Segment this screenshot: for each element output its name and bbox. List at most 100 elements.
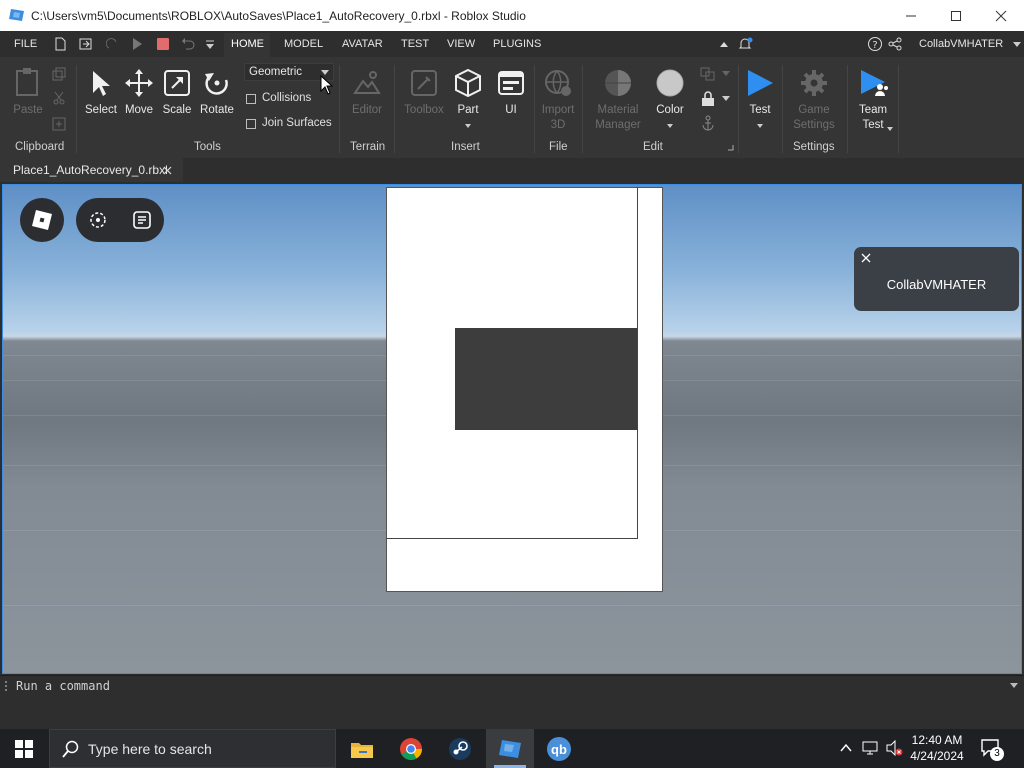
- roblox-menu-button[interactable]: [20, 198, 64, 242]
- notification-user: CollabVMHATER: [886, 277, 987, 292]
- insert-group-label: Insert: [451, 141, 480, 153]
- command-history-chevron-icon[interactable]: [1010, 683, 1018, 689]
- terrain-editor-label: Editor: [351, 104, 383, 116]
- cut-icon[interactable]: [52, 91, 66, 105]
- svg-text:qb: qb: [551, 742, 567, 757]
- document-tab[interactable]: Place1_AutoRecovery_0.rbxl: [0, 158, 183, 182]
- file-explorer-app[interactable]: [338, 729, 386, 768]
- tab-home[interactable]: HOME: [231, 38, 264, 50]
- stop-icon[interactable]: [157, 38, 169, 50]
- move-arrows-icon: [125, 69, 153, 97]
- group-chevron-icon[interactable]: [722, 71, 730, 77]
- collisions-checkbox[interactable]: [246, 94, 256, 104]
- scale-icon: [164, 70, 190, 96]
- join-surfaces-label: Join Surfaces: [262, 117, 332, 129]
- file-group-label: File: [549, 141, 568, 153]
- maximize-icon: [951, 10, 961, 21]
- duplicate-icon[interactable]: [52, 117, 66, 131]
- taskbar-search[interactable]: Type here to search: [49, 729, 336, 768]
- dark-panel: [455, 328, 637, 430]
- anchor-icon[interactable]: [700, 115, 716, 131]
- edit-settings-corner-icon[interactable]: [728, 145, 734, 151]
- drag-handle-icon[interactable]: [4, 680, 8, 692]
- settings-group-label: Settings: [793, 141, 835, 153]
- material-sphere-icon: [605, 70, 631, 96]
- grid-line: [3, 605, 1021, 606]
- test-chevron-icon: [757, 124, 763, 128]
- paste-label: Paste: [13, 104, 43, 116]
- clock-time: 12:40 AM: [911, 733, 963, 747]
- minimize-icon: [906, 15, 916, 16]
- rotate-icon: [205, 73, 228, 95]
- selection-mode-icon[interactable]: [88, 210, 108, 230]
- gear-icon: [801, 70, 827, 96]
- tab-model[interactable]: MODEL: [284, 38, 323, 50]
- open-file-icon[interactable]: [79, 37, 93, 51]
- command-input[interactable]: Run a command: [16, 679, 110, 693]
- tab-view[interactable]: VIEW: [447, 38, 475, 50]
- chrome-app[interactable]: [387, 729, 435, 768]
- tab-test[interactable]: TEST: [401, 38, 429, 50]
- start-button[interactable]: [0, 729, 48, 768]
- share-icon[interactable]: [888, 37, 902, 51]
- windows-logo-icon: [15, 739, 33, 758]
- terrain-icon: [353, 71, 381, 94]
- close-notification-icon[interactable]: [861, 253, 871, 263]
- roblox-studio-icon: [499, 739, 521, 758]
- game-settings-label-line2: Settings: [793, 119, 835, 131]
- qbittorrent-app[interactable]: qb: [535, 729, 583, 768]
- chrome-icon: [400, 737, 422, 760]
- color-label: Color: [656, 104, 684, 116]
- redo-icon[interactable]: [106, 37, 118, 51]
- chat-icon[interactable]: [132, 210, 152, 230]
- show-hidden-icons-icon[interactable]: [840, 743, 852, 753]
- window-title: C:\Users\vm5\Documents\ROBLOX\AutoSaves\…: [31, 9, 526, 23]
- notifications-bell-icon[interactable]: [737, 36, 753, 52]
- volume-muted-icon[interactable]: [886, 740, 904, 756]
- collapse-ribbon-icon[interactable]: [719, 39, 729, 49]
- lock-icon[interactable]: [700, 91, 716, 107]
- team-test-icon: [861, 70, 888, 96]
- minimize-button[interactable]: [888, 0, 934, 31]
- roblox-studio-app[interactable]: [486, 729, 534, 768]
- network-icon[interactable]: [862, 740, 880, 756]
- 3d-viewport[interactable]: CollabVMHATER: [2, 184, 1022, 674]
- customize-quick-access-icon[interactable]: [205, 39, 215, 51]
- file-menu[interactable]: FILE: [14, 38, 37, 50]
- close-icon: [995, 10, 1007, 21]
- tab-plugins[interactable]: PLUGINS: [493, 38, 541, 50]
- team-test-label-line2: Test: [862, 119, 884, 131]
- ribbon: Paste Clipboard Select Move Scale Rotate…: [0, 57, 1024, 158]
- taskbar-clock[interactable]: 12:40 AM 4/24/2024: [905, 732, 969, 764]
- terrain-group-label: Terrain: [350, 141, 386, 153]
- ui-window-icon: [498, 71, 524, 95]
- notification-count-badge: 3: [990, 747, 1004, 761]
- import-label-line1: Import: [541, 104, 575, 116]
- toolbox-icon: [411, 70, 437, 96]
- undo-icon[interactable]: [181, 37, 195, 51]
- new-file-icon[interactable]: [54, 37, 66, 51]
- steam-icon: [449, 737, 471, 760]
- group-icon[interactable]: [700, 67, 716, 81]
- part-cube-icon: [455, 68, 481, 98]
- document-tab-label: Place1_AutoRecovery_0.rbxl: [13, 163, 168, 177]
- edit-group-label: Edit: [643, 141, 663, 153]
- close-window-button[interactable]: [978, 0, 1024, 31]
- team-test-chevron-icon: [887, 127, 893, 131]
- import-label-line2: 3D: [550, 119, 566, 131]
- viewport-controls: [76, 198, 164, 242]
- tab-avatar[interactable]: AVATAR: [342, 38, 383, 50]
- lock-chevron-icon[interactable]: [722, 96, 730, 102]
- copy-icon[interactable]: [52, 67, 66, 81]
- maximize-button[interactable]: [933, 0, 979, 31]
- help-icon[interactable]: ?: [867, 36, 883, 52]
- qbittorrent-icon: qb: [547, 736, 571, 761]
- windows-taskbar: Type here to search qb 12:40 AM 4/24/202…: [0, 729, 1024, 768]
- action-center-button[interactable]: 3: [980, 737, 1004, 761]
- close-tab-icon[interactable]: [163, 166, 172, 175]
- user-menu-chevron-icon[interactable]: [1013, 40, 1021, 48]
- join-surfaces-checkbox[interactable]: [246, 119, 256, 129]
- steam-app[interactable]: [436, 729, 484, 768]
- play-icon[interactable]: [131, 37, 143, 51]
- user-name[interactable]: CollabVMHATER: [919, 38, 1003, 50]
